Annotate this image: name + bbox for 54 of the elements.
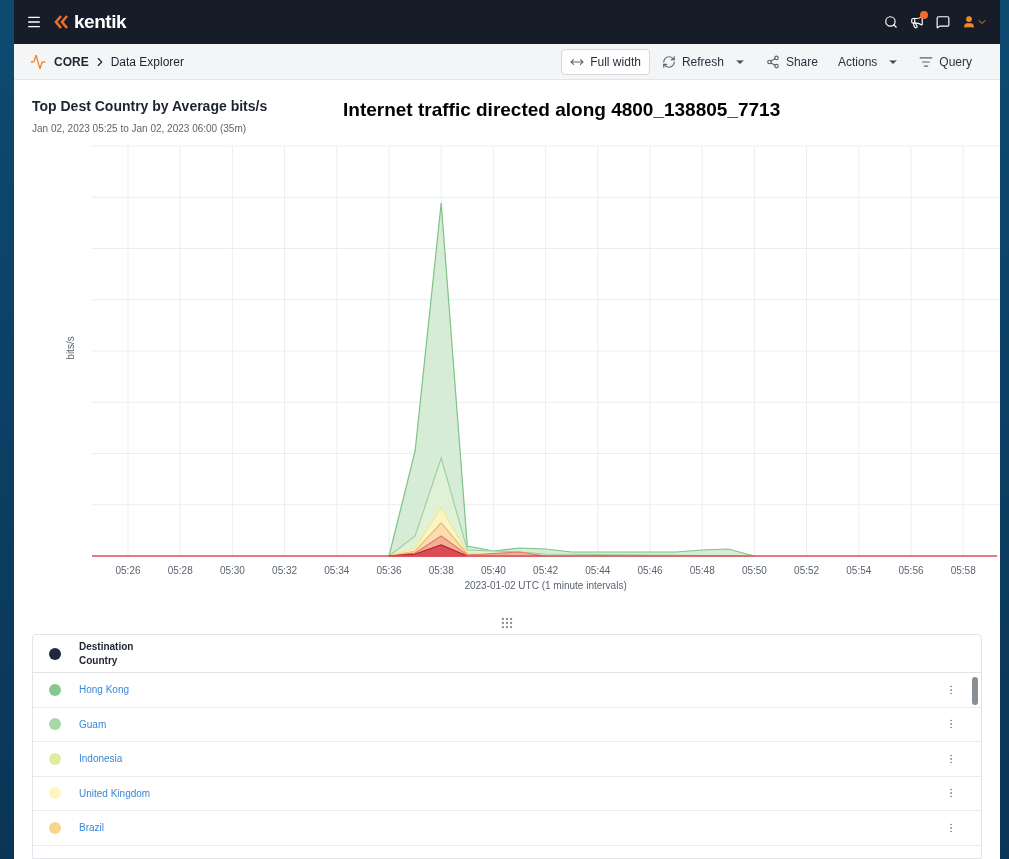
notification-badge [920,11,928,19]
breadcrumb-current: Data Explorer [110,53,185,71]
x-tick-label: 05:48 [689,565,715,576]
share-icon [765,54,780,69]
search-icon[interactable] [884,15,898,29]
scrollbar-thumb[interactable] [972,677,978,705]
x-tick-label: 05:30 [219,565,245,576]
x-tick-label: 05:54 [846,565,872,576]
x-tick-label: 05:28 [167,565,193,576]
list-icon [919,54,934,69]
toolbar-button[interactable]: Refresh [653,48,754,75]
x-tick-label: 05:36 [376,565,402,576]
breadcrumb-link[interactable]: CORE [54,52,89,71]
country-link[interactable]: Indonesia [79,751,123,767]
country-link[interactable]: Hong Kong [79,682,130,698]
user-menu[interactable] [962,15,988,29]
table-row[interactable]: United Kingdom [33,776,981,811]
x-tick-label: 05:52 [794,565,820,576]
x-tick-label: 05:38 [428,565,454,576]
toolbar-button[interactable]: Query [911,48,980,75]
y-axis-label: bits/s [65,336,76,360]
country-link[interactable]: Guam [79,716,107,732]
country-link[interactable]: Brazil [79,820,104,836]
refresh-icon [661,54,676,69]
x-axis-label: 2023-01-02 UTC (1 minute intervals) [464,580,627,591]
x-tick-label: 05:44 [585,565,611,576]
menu-icon[interactable] [26,14,42,30]
table-row[interactable]: Indonesia [33,742,981,777]
overlay-title: Internet traffic directed along 4800_138805_7713 [343,98,781,122]
x-tick-label: 05:26 [115,565,141,576]
x-tick-label: 05:40 [480,565,506,576]
panel-subtitle: Jan 02, 2023 05:25 to Jan 02, 2023 06:00 (35m) [32,122,248,136]
pulse-icon [30,53,46,70]
megaphone-icon[interactable] [910,15,924,29]
toolbar-button[interactable]: Full width [561,48,650,75]
x-tick-label: 05:46 [637,565,663,576]
resize-handle[interactable] [500,616,514,630]
toolbar-button[interactable]: Share [757,48,826,75]
x-tick-label: 05:42 [533,565,559,576]
logo-chevrons-icon [54,14,70,30]
chat-icon[interactable] [936,15,950,29]
x-tick-label: 05:58 [950,565,976,576]
column-header: Destination Country [79,639,135,668]
x-tick-label: 05:50 [741,565,767,576]
table-row[interactable]: Guam [33,707,981,742]
country-link[interactable]: United Kingdom [79,785,151,801]
toolbar-button[interactable]: Actions [829,48,908,75]
panel-title: Top Dest Country by Average bits/s [32,97,269,116]
x-tick-label: 05:32 [272,565,298,576]
x-tick-label: 05:34 [324,565,350,576]
user-icon[interactable] [962,15,976,29]
x-tick-label: 05:56 [898,565,924,576]
logo-text: kentik [74,9,127,34]
table-row[interactable]: Brazil [33,811,981,846]
